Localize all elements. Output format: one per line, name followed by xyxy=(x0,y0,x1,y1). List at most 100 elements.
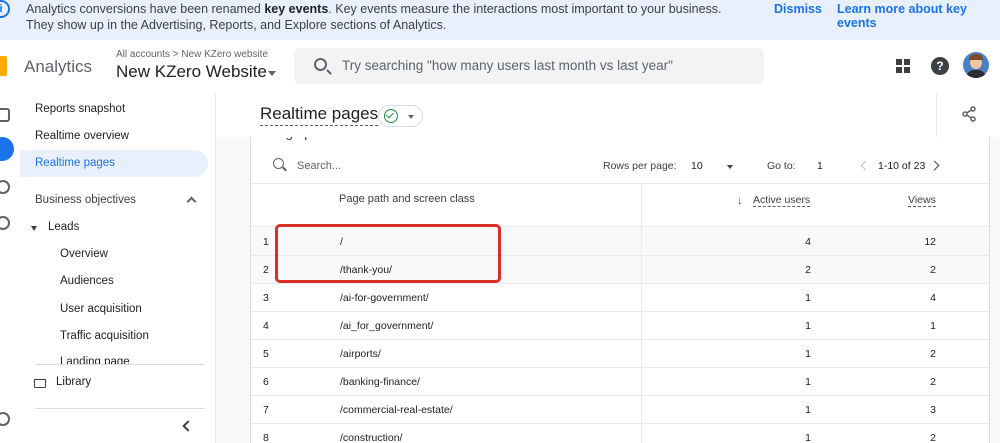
search-input[interactable]: Try searching "how many users last month… xyxy=(342,58,673,73)
column-divider xyxy=(641,228,642,256)
page-header: Realtime pages xyxy=(216,92,1000,137)
dismiss-button[interactable]: Dismiss xyxy=(774,2,822,16)
explore-icon[interactable] xyxy=(0,180,10,194)
column-divider xyxy=(641,368,642,396)
advertising-icon[interactable] xyxy=(0,216,10,230)
row-rank: 4 xyxy=(263,320,269,332)
status-chip[interactable] xyxy=(378,105,423,127)
sidebar-item-reports-snapshot[interactable]: Reports snapshot xyxy=(20,96,208,123)
sidebar-item-audiences[interactable]: Audiences xyxy=(60,275,114,287)
chevron-down-icon[interactable] xyxy=(727,165,733,169)
share-area xyxy=(936,92,1000,137)
column-divider xyxy=(641,396,642,424)
reports-icon[interactable] xyxy=(0,137,14,161)
chevron-up-icon[interactable] xyxy=(186,196,197,207)
table-row[interactable]: 3/ai-for-government/1 4 xyxy=(251,284,989,312)
next-page-icon[interactable] xyxy=(929,160,940,171)
sidebar-item-user-acquisition[interactable]: User acquisition xyxy=(60,303,142,315)
group-leads[interactable]: Leads xyxy=(48,221,79,233)
row-page-path: /airports/ xyxy=(340,348,381,360)
key-events-banner: i Analytics conversions have been rename… xyxy=(0,0,1000,40)
learn-more-link[interactable]: Learn more about key events xyxy=(837,2,1000,30)
check-circle-icon xyxy=(384,109,398,123)
row-active-users: 1 xyxy=(805,348,811,360)
section-business-objectives[interactable]: Business objectives xyxy=(35,194,136,206)
left-rail xyxy=(0,92,20,443)
column-divider xyxy=(641,284,642,312)
column-header-path[interactable]: Page path and screen class xyxy=(339,193,475,205)
row-rank: 1 xyxy=(263,236,269,248)
column-divider xyxy=(641,184,642,228)
avatar[interactable] xyxy=(963,52,989,78)
row-page-path: /ai-for-government/ xyxy=(340,292,429,304)
scroll-clip: Landing page xyxy=(20,354,215,364)
column-divider xyxy=(641,424,642,443)
row-page-path: /construction/ xyxy=(340,432,403,443)
row-active-users: 4 xyxy=(805,236,811,248)
row-active-users: 1 xyxy=(805,376,811,388)
goto-label: Go to: xyxy=(767,160,796,172)
search-bar[interactable]: Try searching "how many users last month… xyxy=(294,48,764,84)
row-rank: 7 xyxy=(263,404,269,416)
row-views: 2 xyxy=(930,432,936,443)
row-views: 2 xyxy=(930,348,936,360)
row-rank: 3 xyxy=(263,292,269,304)
table-toolbar: Search... Rows per page: 10 Go to: 1 1-1… xyxy=(251,149,989,183)
property-selector[interactable]: New KZero Website xyxy=(116,62,267,82)
expand-triangle-icon[interactable] xyxy=(31,226,37,231)
row-views: 2 xyxy=(930,264,936,276)
folder-icon xyxy=(34,379,46,388)
apps-grid-icon[interactable] xyxy=(896,59,910,73)
row-active-users: 1 xyxy=(805,404,811,416)
page-title: Realtime pages xyxy=(260,104,379,126)
search-icon xyxy=(273,158,284,169)
sidebar-item-traffic-acquisition[interactable]: Traffic acquisition xyxy=(60,330,149,342)
sidebar-item-landing-page[interactable]: Landing page xyxy=(60,356,130,364)
table-row[interactable]: 5/airports/1 2 xyxy=(251,340,989,368)
settings-gear-icon[interactable] xyxy=(0,412,10,426)
previous-page-icon[interactable] xyxy=(860,160,871,171)
sort-arrow-down-icon[interactable]: ↓ xyxy=(737,195,743,207)
table-row[interactable]: 7/commercial-real-estate/1 3 xyxy=(251,396,989,424)
row-views: 1 xyxy=(930,320,936,332)
column-header-views[interactable]: Views xyxy=(908,194,936,207)
column-header-active-users[interactable]: Active users xyxy=(753,194,811,207)
rows-per-page-select[interactable]: 10 xyxy=(691,160,703,172)
divider xyxy=(35,408,205,409)
highlight-annotation xyxy=(275,224,501,283)
realtime-pages-card: Page path and screen class in last 30 mi… xyxy=(250,132,990,443)
row-rank: 6 xyxy=(263,376,269,388)
top-bar: Analytics All accounts > New KZero websi… xyxy=(0,40,1000,92)
chevron-down-icon[interactable] xyxy=(268,71,276,76)
row-page-path: /ai_for_government/ xyxy=(340,320,434,332)
sidebar-item-overview[interactable]: Overview xyxy=(60,248,108,260)
row-views: 4 xyxy=(930,292,936,304)
table-search-input[interactable]: Search... xyxy=(297,160,341,172)
sidebar-item-library[interactable]: Library xyxy=(56,376,91,388)
row-active-users: 1 xyxy=(805,292,811,304)
sidebar-item-realtime-pages[interactable]: Realtime pages xyxy=(20,150,208,177)
banner-key-term: key events xyxy=(264,2,329,16)
table-row[interactable]: 8/construction/1 2 xyxy=(251,424,989,443)
row-active-users: 1 xyxy=(805,432,811,443)
table-row[interactable]: 4/ai_for_government/1 1 xyxy=(251,312,989,340)
goto-page-input[interactable]: 1 xyxy=(817,160,823,172)
row-views: 12 xyxy=(924,236,936,248)
search-icon xyxy=(314,58,327,71)
row-page-path: /banking-finance/ xyxy=(340,376,420,388)
table-header: Page path and screen class ↓ Active user… xyxy=(251,183,989,228)
row-active-users: 2 xyxy=(805,264,811,276)
row-rank: 8 xyxy=(263,432,269,443)
breadcrumb[interactable]: All accounts > New KZero website xyxy=(116,49,268,60)
divider xyxy=(35,364,205,365)
home-icon[interactable] xyxy=(0,108,10,122)
row-active-users: 1 xyxy=(805,320,811,332)
table-row[interactable]: 6/banking-finance/1 2 xyxy=(251,368,989,396)
collapse-sidebar-icon[interactable] xyxy=(182,420,194,432)
row-page-path: /commercial-real-estate/ xyxy=(340,404,453,416)
analytics-logo-icon[interactable] xyxy=(0,56,7,76)
share-icon[interactable] xyxy=(961,106,977,122)
help-icon[interactable]: ? xyxy=(931,57,949,75)
app-name: Analytics xyxy=(24,57,93,76)
sidebar-item-realtime-overview[interactable]: Realtime overview xyxy=(20,123,208,150)
